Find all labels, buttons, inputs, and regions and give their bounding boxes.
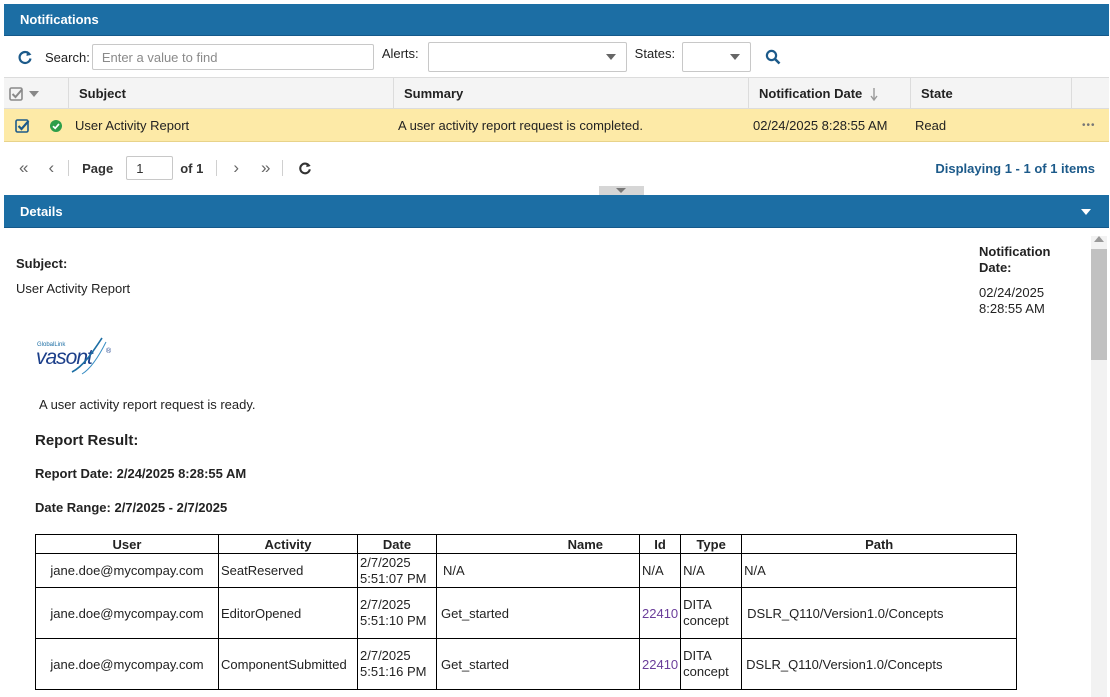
cell-name: Get_started xyxy=(436,587,640,639)
table-row: jane.doe@mycompay.com ComponentSubmitted… xyxy=(35,638,1018,690)
checkbox-checked-icon[interactable] xyxy=(15,118,31,134)
row-notification-date: 02/24/2025 8:28:55 AM xyxy=(753,118,888,133)
previous-page-icon[interactable]: ‹ xyxy=(48,158,54,178)
select-all-control[interactable] xyxy=(4,78,68,109)
subject-value: User Activity Report xyxy=(16,281,131,296)
header-activity: Activity xyxy=(218,534,358,554)
cell-user: jane.doe@mycompay.com xyxy=(35,553,219,588)
report-table: User Activity Date Name Id Type Path jan… xyxy=(35,534,1018,690)
states-select[interactable] xyxy=(682,42,752,72)
date-range: Date Range: 2/7/2025 - 2/7/2025 xyxy=(35,500,228,515)
column-header-summary[interactable]: Summary xyxy=(393,78,748,109)
cell-path: DSLR_Q110/Version1.0/Concepts xyxy=(741,587,1018,639)
subject-label: Subject: xyxy=(16,256,68,271)
vasont-logo: GlobalLink vasont ® xyxy=(36,336,116,376)
cell-id: N/A xyxy=(638,553,682,588)
chevron-down-icon[interactable] xyxy=(29,90,39,97)
first-page-icon[interactable]: « xyxy=(19,158,28,178)
pager: « ‹ Page of 1 › » Displaying 1 - 1 of 1 … xyxy=(4,150,1109,186)
scrollbar-thumb[interactable] xyxy=(1091,249,1107,360)
page-count: of 1 xyxy=(180,160,204,176)
cell-date: 2/7/2025 5:51:10 PM xyxy=(357,587,437,639)
search-input[interactable] xyxy=(91,44,374,70)
cell-name: Get_started xyxy=(436,638,640,690)
cell-type: N/A xyxy=(680,553,743,588)
alerts-label: Alerts: xyxy=(381,46,419,61)
cell-user: jane.doe@mycompay.com xyxy=(35,587,219,639)
cell-date: 2/7/2025 5:51:16 PM xyxy=(357,638,437,690)
more-options-icon[interactable]: ••• xyxy=(1082,109,1096,142)
row-summary: A user activity report request is comple… xyxy=(398,118,643,133)
chevron-down-icon[interactable] xyxy=(1081,209,1091,215)
row-checkbox[interactable] xyxy=(15,109,31,142)
search-label: Search: xyxy=(45,49,90,65)
grid-header: Subject Summary Notification Date State xyxy=(4,77,1109,109)
cell-activity: ComponentSubmitted xyxy=(218,638,358,690)
report-header-row: User Activity Date Name Id Type Path xyxy=(35,534,1018,554)
column-header-notification-date[interactable]: Notification Date xyxy=(748,78,910,109)
item-id-link[interactable]: 22410 xyxy=(638,638,682,690)
page-number-input[interactable] xyxy=(126,156,174,180)
status-icon xyxy=(50,109,62,142)
search-icon[interactable] xyxy=(765,49,781,65)
toolbar: Search: Alerts: States: xyxy=(4,37,1109,77)
alerts-select[interactable] xyxy=(427,42,627,72)
report-message: A user activity report request is ready. xyxy=(39,397,256,412)
cell-activity: SeatReserved xyxy=(218,553,358,588)
refresh-icon[interactable] xyxy=(298,161,312,175)
details-title: Details xyxy=(20,203,63,219)
notifications-header: Notifications xyxy=(4,4,1109,36)
notification-date-label: Notification Date: xyxy=(979,244,1051,275)
last-page-icon[interactable]: » xyxy=(261,158,270,178)
cell-type: DITA concept xyxy=(680,587,743,639)
item-id-link[interactable]: 22410 xyxy=(638,587,682,639)
sort-desc-icon xyxy=(870,87,878,101)
page-label: Page xyxy=(82,160,114,176)
report-date: Report Date: 2/24/2025 8:28:55 AM xyxy=(35,466,247,481)
header-date: Date xyxy=(357,534,437,554)
column-header-actions xyxy=(1071,78,1109,109)
divider xyxy=(216,160,218,176)
chevron-down-icon xyxy=(730,54,741,60)
report-title: Report Result: xyxy=(35,432,139,449)
header-user: User xyxy=(35,534,219,554)
row-state: Read xyxy=(915,118,947,133)
cell-path: DSLR_Q110/Version1.0/Concepts xyxy=(741,638,1018,690)
cell-date: 2/7/2025 5:51:07 PM xyxy=(357,553,437,588)
registered-mark: ® xyxy=(106,348,112,355)
scroll-up-icon[interactable] xyxy=(1094,236,1104,242)
table-row: jane.doe@mycompay.com SeatReserved 2/7/2… xyxy=(35,553,1018,588)
divider xyxy=(282,160,284,176)
notification-date-value: 02/24/2025 8:28:55 AM xyxy=(979,285,1045,316)
splitter-handle[interactable] xyxy=(599,186,644,195)
panel-title: Notifications xyxy=(20,12,99,27)
next-page-icon[interactable]: › xyxy=(233,158,239,178)
cell-activity: EditorOpened xyxy=(218,587,358,639)
header-path: Path xyxy=(741,534,1018,554)
check-circle-icon xyxy=(50,119,62,132)
row-subject: User Activity Report xyxy=(75,118,190,133)
header-id: Id xyxy=(638,534,682,554)
divider xyxy=(68,160,70,176)
details-header[interactable]: Details xyxy=(4,195,1109,228)
display-count: Displaying 1 - 1 of 1 items xyxy=(935,160,1095,176)
logo-swoosh-icon xyxy=(71,337,107,375)
header-type: Type xyxy=(680,534,743,554)
table-row[interactable]: User Activity Report A user activity rep… xyxy=(4,109,1109,142)
column-header-subject[interactable]: Subject xyxy=(68,78,393,109)
column-header-state[interactable]: State xyxy=(910,78,1071,109)
refresh-icon[interactable] xyxy=(17,49,33,65)
cell-name: N/A xyxy=(436,553,640,588)
chevron-down-icon xyxy=(605,54,616,60)
states-label: States: xyxy=(634,46,676,61)
header-name: Name xyxy=(436,534,640,554)
cell-user: jane.doe@mycompay.com xyxy=(35,638,219,690)
cell-path: N/A xyxy=(741,553,1018,588)
table-row: jane.doe@mycompay.com EditorOpened 2/7/2… xyxy=(35,587,1018,639)
chevron-down-icon xyxy=(616,188,626,193)
checkbox-icon[interactable] xyxy=(9,86,27,102)
cell-type: DITA concept xyxy=(680,638,743,690)
